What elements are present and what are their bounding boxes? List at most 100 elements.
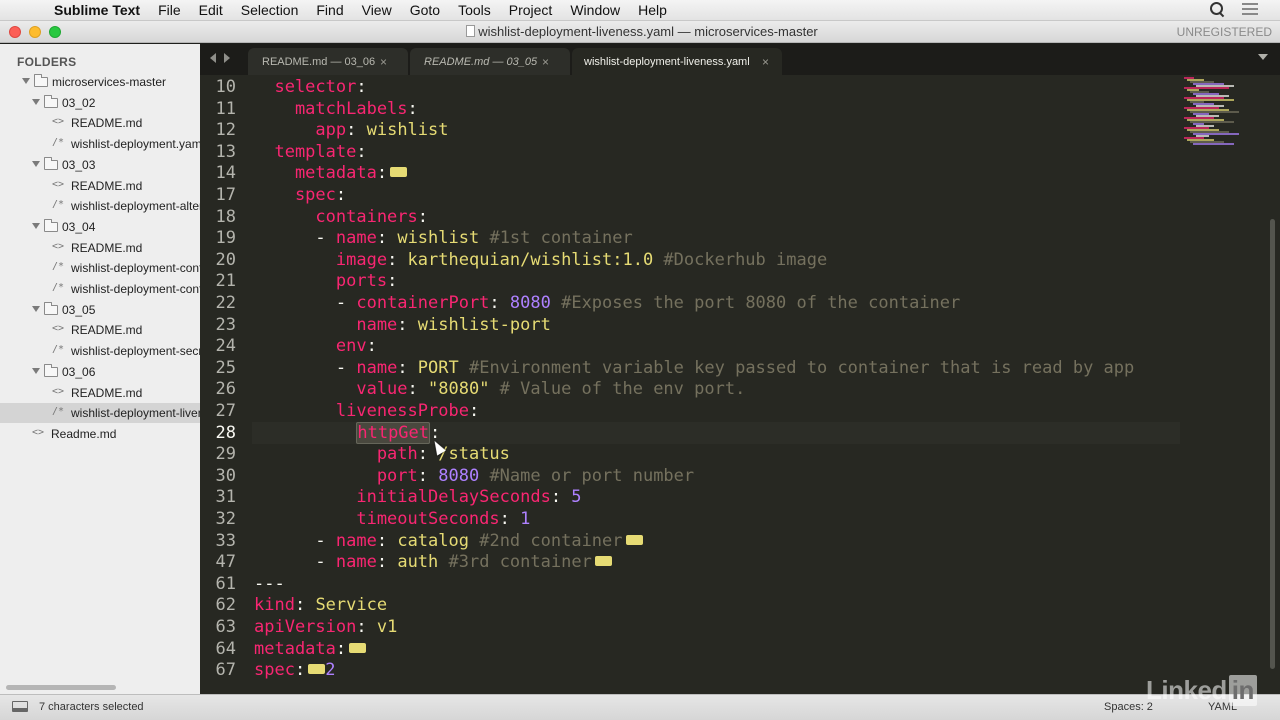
- code-line[interactable]: livenessProbe:: [254, 401, 479, 423]
- code-line[interactable]: ports:: [254, 271, 397, 293]
- tab-scroll-right-icon[interactable]: [224, 53, 230, 63]
- code-line[interactable]: spec:2: [254, 659, 335, 682]
- line-number[interactable]: 17: [200, 185, 236, 205]
- code-line[interactable]: selector:: [254, 77, 366, 99]
- code-line[interactable]: kind: Service: [254, 595, 387, 617]
- tab-list-dropdown-icon[interactable]: [1258, 54, 1268, 60]
- line-number-gutter[interactable]: 10 11 12 13 14 17 18 19 20 21 22 23 24 25 26 27 28 29 30 31…: [200, 75, 252, 694]
- code-line[interactable]: env:: [254, 336, 377, 358]
- line-number[interactable]: 22: [200, 293, 236, 313]
- menu-find[interactable]: Find: [316, 2, 343, 18]
- code-line[interactable]: name: wishlist-port: [254, 315, 551, 337]
- tree-file[interactable]: <> README.md: [0, 176, 200, 196]
- code-line[interactable]: matchLabels:: [254, 99, 418, 121]
- code-line[interactable]: ---: [254, 574, 285, 596]
- tree-file[interactable]: /* wishlist-deployment-alternate.yaml: [0, 196, 200, 216]
- folded-region-icon[interactable]: [390, 162, 408, 178]
- code-line[interactable]: - name: catalog #2nd container: [254, 530, 643, 553]
- disclosure-triangle-icon[interactable]: [32, 305, 40, 312]
- disclosure-triangle-icon[interactable]: [32, 367, 40, 374]
- menu-window[interactable]: Window: [570, 2, 620, 18]
- line-number[interactable]: 29: [200, 444, 236, 464]
- disclosure-triangle-icon[interactable]: [32, 98, 40, 105]
- spotlight-search-icon[interactable]: [1210, 2, 1224, 16]
- tree-folder[interactable]: 03_03: [0, 155, 200, 175]
- line-number[interactable]: 20: [200, 250, 236, 270]
- tree-folder[interactable]: 03_04: [0, 217, 200, 237]
- minimap[interactable]: [1180, 75, 1272, 694]
- menu-help[interactable]: Help: [638, 2, 667, 18]
- code-line[interactable]: spec:: [254, 185, 346, 207]
- code-line[interactable]: apiVersion: v1: [254, 617, 397, 639]
- code-line[interactable]: - name: auth #3rd container: [254, 551, 612, 574]
- tree-file[interactable]: <> README.md: [0, 113, 200, 133]
- code-line[interactable]: - name: wishlist #1st container: [254, 228, 632, 250]
- menu-project[interactable]: Project: [509, 2, 553, 18]
- line-number[interactable]: 47: [200, 552, 236, 572]
- code-line[interactable]: port: 8080 #Name or port number: [254, 466, 694, 488]
- line-number[interactable]: 10: [200, 77, 236, 97]
- disclosure-triangle-icon[interactable]: [32, 160, 40, 167]
- menu-selection[interactable]: Selection: [241, 2, 299, 18]
- tree-file[interactable]: <> README.md: [0, 238, 200, 258]
- notification-center-icon[interactable]: [1242, 3, 1258, 15]
- code-line[interactable]: containers:: [254, 207, 428, 229]
- tree-file[interactable]: /* wishlist-deployment-secret.yaml: [0, 341, 200, 361]
- disclosure-triangle-icon[interactable]: [32, 222, 40, 229]
- line-number[interactable]: 64: [200, 639, 236, 659]
- folded-region-icon[interactable]: [594, 551, 612, 567]
- line-number[interactable]: 25: [200, 358, 236, 378]
- menu-app-name[interactable]: Sublime Text: [54, 2, 140, 18]
- code-line[interactable]: initialDelaySeconds: 5: [254, 487, 581, 509]
- tab-wishlist-deployment-liveness[interactable]: wishlist-deployment-liveness.yaml ×: [572, 48, 782, 75]
- tab-readme-03-05[interactable]: README.md — 03_05 ×: [410, 48, 570, 75]
- code-line[interactable]: value: "8080" # Value of the env port.: [254, 379, 745, 401]
- code-line[interactable]: template:: [254, 142, 366, 164]
- tree-file[interactable]: /* wishlist-deployment-liveness.yaml: [0, 403, 200, 424]
- menu-edit[interactable]: Edit: [199, 2, 223, 18]
- tree-folder[interactable]: microservices-master: [0, 72, 200, 92]
- line-number[interactable]: 67: [200, 660, 236, 680]
- tree-file[interactable]: <> Readme.md: [0, 424, 200, 444]
- tree-folder[interactable]: 03_06: [0, 362, 200, 382]
- folded-region-icon[interactable]: [625, 530, 643, 545]
- code-line[interactable]: timeoutSeconds: 1: [254, 509, 530, 531]
- tab-close-icon[interactable]: ×: [542, 55, 549, 69]
- tree-folder[interactable]: 03_05: [0, 300, 200, 320]
- tab-close-icon[interactable]: ×: [380, 55, 387, 69]
- disclosure-triangle-icon[interactable]: [22, 78, 30, 84]
- tree-file[interactable]: <> README.md: [0, 383, 200, 403]
- tab-close-icon[interactable]: ×: [762, 55, 769, 69]
- menu-file[interactable]: File: [158, 2, 181, 18]
- tree-folder[interactable]: 03_02: [0, 93, 200, 113]
- line-number[interactable]: 13: [200, 142, 236, 162]
- line-number[interactable]: 32: [200, 509, 236, 529]
- line-number[interactable]: 26: [200, 379, 236, 399]
- code-line[interactable]: image: karthequian/wishlist:1.0 #Dockerh…: [254, 250, 827, 272]
- line-number[interactable]: 24: [200, 336, 236, 356]
- line-number[interactable]: 12: [200, 120, 236, 140]
- tab-scroll-left-icon[interactable]: [210, 53, 216, 63]
- tree-file[interactable]: /* wishlist-deployment-configmap-advanced…: [0, 279, 200, 299]
- line-number[interactable]: 61: [200, 574, 236, 594]
- line-number[interactable]: 14: [200, 163, 236, 183]
- toggle-panel-icon[interactable]: [12, 701, 28, 712]
- line-number[interactable]: 21: [200, 271, 236, 291]
- folded-region-icon[interactable]: [308, 659, 326, 675]
- sidebar-horizontal-scrollbar[interactable]: [6, 685, 116, 690]
- line-number[interactable]: 28: [200, 423, 236, 443]
- line-number[interactable]: 62: [200, 595, 236, 615]
- code-area[interactable]: selector: matchLabels: app: wishlist tem…: [254, 75, 1179, 694]
- line-number[interactable]: 18: [200, 207, 236, 227]
- line-number[interactable]: 23: [200, 315, 236, 335]
- line-number[interactable]: 31: [200, 487, 236, 507]
- line-number[interactable]: 11: [200, 99, 236, 119]
- tree-file[interactable]: /* wishlist-deployment.yaml: [0, 134, 200, 154]
- folded-region-icon[interactable]: [349, 638, 367, 653]
- line-number[interactable]: 30: [200, 466, 236, 486]
- line-number[interactable]: 63: [200, 617, 236, 637]
- menu-view[interactable]: View: [362, 2, 392, 18]
- code-line[interactable]: app: wishlist: [254, 120, 448, 142]
- code-line[interactable]: path: /status: [254, 444, 510, 466]
- editor-vertical-scrollbar[interactable]: [1270, 219, 1275, 669]
